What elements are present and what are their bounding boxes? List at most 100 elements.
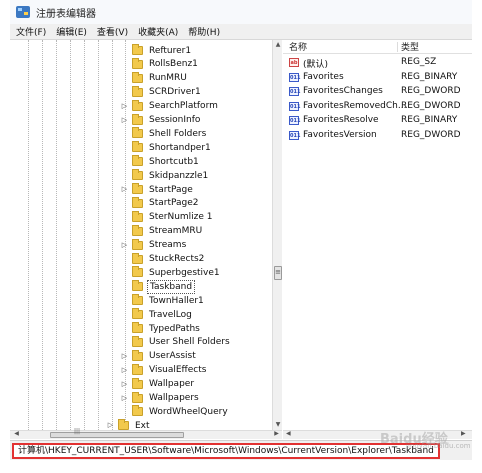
expand-arrow-icon[interactable]: ▷ [120,394,129,403]
expand-arrow-icon[interactable]: ▷ [120,241,129,250]
value-type: REG_BINARY [401,115,458,125]
values-pane[interactable]: 名称 类型 ab (默认) REG_SZ 011 Favorites REG_BINARY… [283,40,472,438]
tree-key-item[interactable]: Taskband [120,279,196,294]
value-row[interactable]: 011 FavoritesResolve REG_BINARY [283,114,472,129]
no-expander [120,407,129,416]
tree-key-label: StartPage [149,184,193,195]
value-row[interactable]: ab (默认) REG_SZ [283,56,472,71]
tree-key-item[interactable]: ▷ UserAssist [120,349,198,363]
value-name: FavoritesRemovedCh... [303,100,407,111]
tree-key-item[interactable]: Refturer1 [120,44,193,57]
tree-key-label: StreamMRU [149,226,203,237]
folder-icon [132,183,143,194]
value-name: FavoritesVersion [303,129,377,140]
expand-arrow-icon[interactable]: ▷ [120,185,129,194]
tree-key-label: Skidpanzzle1 [149,170,209,181]
scroll-down-arrow-icon[interactable]: ▼ [273,420,283,430]
tree-key-item[interactable]: User Shell Folders [120,335,232,349]
horizontal-scroll-thumb[interactable] [50,432,184,438]
menu-file[interactable]: 文件(F) [16,25,46,38]
tree-key-item[interactable]: Skidpanzzle1 [120,169,210,182]
tree-key-item[interactable]: RollsBenz1 [120,57,200,71]
tree-key-label: UserAssist [149,351,196,362]
value-row[interactable]: 011 FavoritesVersion REG_DWORD [283,129,472,144]
key-tree-pane[interactable]: Refturer1 RollsBenz1 RunMRU SCRDriver1 ▷ Sear… [10,40,282,438]
values-header: 名称 类型 [283,40,472,54]
values-scroll-left-arrow-icon[interactable]: ◀ [286,430,291,437]
menu-edit[interactable]: 编辑(E) [56,25,87,38]
value-row[interactable]: 011 FavoritesChanges REG_DWORD [283,85,472,100]
value-type: REG_SZ [401,57,437,67]
registry-editor-icon [16,6,30,18]
tree-key-item[interactable]: SCRDriver1 [120,85,203,99]
value-row[interactable]: 011 FavoritesRemovedCh... REG_DWORD [283,100,472,115]
tree-key-item[interactable]: Shell Folders [120,127,208,140]
tree-key-item[interactable]: Shortandper1 [120,141,213,154]
value-name: FavoritesChanges [303,86,383,96]
folder-icon [132,141,143,153]
tree-key-item[interactable]: ▷ SearchPlatform [120,99,220,113]
tree-key-item[interactable]: TypedPaths [120,322,202,335]
tree-key-item[interactable]: SterNumlize 1 [120,210,215,224]
folder-icon [132,280,143,292]
expand-arrow-icon[interactable]: ▷ [120,366,129,375]
folder-icon [132,266,143,278]
tree-key-item[interactable]: StartPage2 [120,196,201,210]
folder-icon [132,377,143,389]
menu-help[interactable]: 帮助(H) [188,25,220,38]
tree-key-item[interactable]: Shortcutb1 [120,155,201,168]
scroll-right-arrow-icon[interactable]: ▶ [272,430,281,437]
tree-key-label: TypedPaths [149,323,200,334]
tree-key-label: Shortcutb1 [149,156,199,167]
expand-arrow-icon[interactable]: ▷ [120,352,129,361]
value-name: FavoritesResolve [303,115,379,125]
no-expander [120,213,129,222]
scroll-up-arrow-icon[interactable]: ▲ [273,40,283,50]
tree-key-item[interactable]: TravelLog [120,308,194,321]
tree-key-label: SessionInfo [149,115,201,125]
scroll-thumb[interactable]: ≡ [274,266,282,280]
tree-vertical-scrollbar[interactable]: ▲ ≡ ▼ [272,40,282,430]
column-header-name[interactable]: 名称 [289,40,307,53]
tree-key-item[interactable]: ▷ Wallpapers [120,391,201,405]
value-row[interactable]: 011 Favorites REG_BINARY [283,71,472,86]
expand-arrow-icon[interactable]: ▷ [106,421,115,430]
tree-key-item[interactable]: StreamMRU [120,224,204,238]
tree-key-item[interactable]: ▷ VisualEffects [120,363,208,377]
tree-key-item[interactable]: ▷ Wallpaper [120,377,196,391]
folder-icon [132,44,143,55]
tree-key-item[interactable]: TownHaller1 [120,294,206,307]
folder-icon [132,405,143,417]
tree-key-item[interactable]: ▷ StartPage [120,183,195,196]
tree-key-item[interactable]: Superbgestive1 [120,266,222,279]
tree-key-item[interactable]: ▷ Streams [120,238,188,252]
column-separator[interactable] [397,42,398,52]
tree-key-item[interactable]: ▷ SessionInfo [120,113,202,127]
tree-horizontal-scrollbar[interactable]: ◀ ||| ▶ [10,428,282,439]
folder-icon [132,391,143,403]
menu-bar: 文件(F) 编辑(E) 查看(V) 收藏夹(A) 帮助(H) [10,24,472,40]
tree-key-item[interactable]: StuckRects2 [120,252,206,266]
tree-key-item[interactable]: WordWheelQuery [120,405,230,418]
title-bar: 注册表编辑器 [10,0,472,24]
no-expander [120,282,129,291]
menu-view[interactable]: 查看(V) [97,25,128,38]
scroll-left-arrow-icon[interactable]: ◀ [12,430,21,437]
menu-favorites[interactable]: 收藏夹(A) [138,25,178,38]
values-scroll-right-arrow-icon[interactable]: ▶ [461,430,466,437]
tree-key-label: RollsBenz1 [149,59,198,70]
tree-guide-lines [10,40,126,438]
tree-key-item[interactable]: RunMRU [120,71,189,85]
folder-icon [132,308,143,320]
tree-key-label: WordWheelQuery [149,406,228,417]
expand-arrow-icon[interactable]: ▷ [120,380,129,389]
expand-arrow-icon[interactable]: ▷ [120,116,129,125]
binary-value-icon: 011 [289,101,301,111]
tree-key-label: SterNumlize 1 [149,212,213,223]
folder-icon [132,71,143,83]
folder-icon [132,335,143,347]
tree-key-label: TownHaller1 [149,295,204,306]
expand-arrow-icon[interactable]: ▷ [120,102,129,111]
column-header-type[interactable]: 类型 [401,40,419,53]
value-type: REG_DWORD [401,129,461,140]
